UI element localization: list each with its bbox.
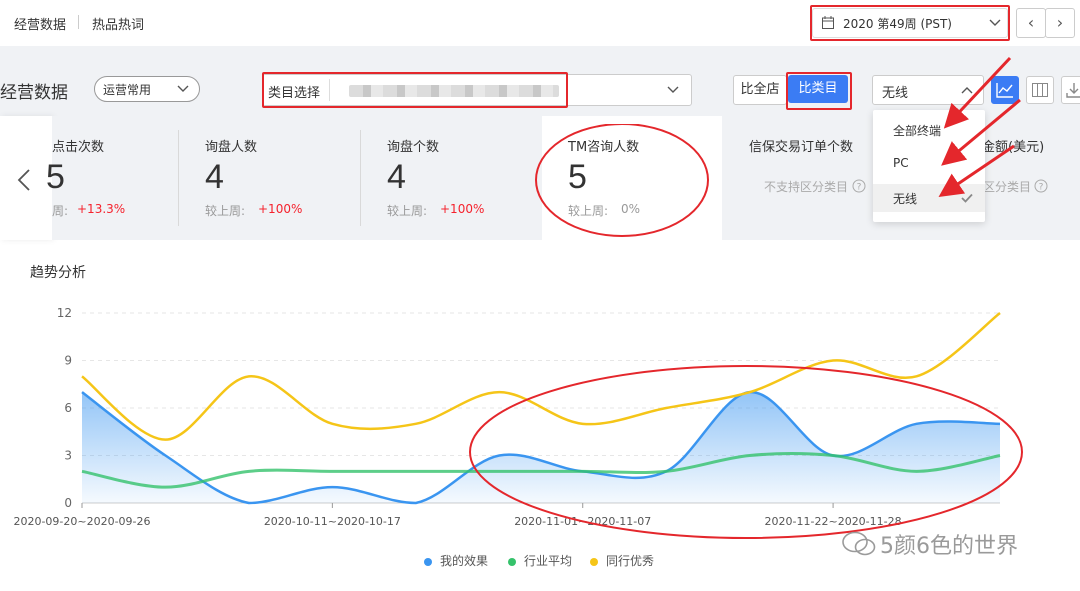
metric-divider — [360, 130, 361, 226]
legend-label: 同行优秀 — [606, 554, 655, 568]
highlight-week-box — [810, 5, 1010, 41]
metric-value: 4 — [387, 158, 406, 196]
help-icon[interactable]: ? — [852, 179, 866, 193]
nav-divider — [78, 15, 79, 29]
metric-change: +100% — [440, 202, 485, 216]
metric-label: 点击次数 — [52, 140, 105, 155]
highlight-compare-box — [786, 72, 852, 110]
metric-card-inquiry-people[interactable]: 询盘人数 4 较上周: +100% — [180, 116, 360, 240]
legend-avg[interactable]: 行业平均 — [508, 552, 572, 569]
terminal-select-value: 无线 — [882, 86, 909, 101]
compare-shop-button[interactable]: 比全店 — [733, 75, 787, 105]
x-tick-label: 2020-09-20~2020-09-26 — [13, 515, 150, 528]
legend-mine[interactable]: 我的效果 — [424, 552, 488, 569]
metric-card-clicks[interactable]: 点击次数 5 周: +13.3% — [46, 116, 178, 240]
download-button[interactable] — [1061, 76, 1080, 104]
chevron-left-icon — [17, 169, 30, 191]
y-tick-label: 0 — [64, 496, 72, 510]
watermark: 5颜6色的世界 — [842, 528, 1018, 560]
watermark-text: 5颜6色的世界 — [880, 534, 1018, 559]
preset-select-value: 运营常用 — [103, 83, 152, 97]
nav-tab-hot-products[interactable]: 热品热词 — [92, 14, 144, 33]
y-tick-label: 3 — [64, 449, 72, 463]
metric-compare-label: 较上周: — [387, 204, 428, 218]
metric-label: 信保交易订单个数 — [749, 140, 854, 155]
wechat-icon — [842, 531, 876, 556]
highlight-category-box — [262, 72, 568, 108]
chevron-down-icon — [667, 86, 679, 93]
y-tick-label: 12 — [57, 306, 72, 320]
metric-note: 不支持区分类目 — [764, 180, 849, 194]
next-week-button[interactable]: › — [1045, 8, 1075, 38]
legend-top[interactable]: 同行优秀 — [590, 552, 654, 569]
preset-select[interactable]: 运营常用 — [94, 76, 200, 102]
legend-label: 我的效果 — [440, 554, 489, 568]
x-tick-label: 2020-10-11~2020-10-17 — [264, 515, 401, 528]
download-icon — [1066, 83, 1080, 98]
metric-card-inquiry-count[interactable]: 询盘个数 4 较上周: +100% — [362, 116, 540, 240]
option-label: PC — [893, 156, 909, 170]
y-tick-label: 6 — [64, 401, 72, 415]
metric-value: 5 — [46, 158, 65, 196]
highlight-tm-ellipse — [535, 124, 709, 237]
metric-value: 4 — [205, 158, 224, 196]
page-title: 经营数据 — [0, 83, 68, 103]
metrics-prev-button[interactable] — [0, 116, 52, 240]
annotation-arrows — [938, 56, 1021, 198]
legend-dot — [590, 557, 598, 566]
series-area-mine — [82, 392, 1000, 503]
legend-dot — [508, 557, 516, 566]
trend-chart: 0 3 6 9 12 2020-09-20~2020-09-26 2020-10-11~2… — [13, 306, 1023, 539]
series-line-top — [81, 312, 1001, 441]
metric-change: +100% — [258, 202, 303, 216]
prev-week-button[interactable]: ‹ — [1016, 8, 1046, 38]
nav-tab-business-data[interactable]: 经营数据 — [14, 14, 66, 33]
metric-divider — [178, 130, 179, 226]
option-label: 无线 — [893, 192, 918, 206]
trend-title: 趋势分析 — [30, 265, 86, 281]
metric-compare-label: 较上周: — [205, 204, 246, 218]
chevron-down-icon — [177, 85, 189, 92]
svg-text:?: ? — [857, 183, 862, 193]
metric-change: +13.3% — [77, 202, 126, 216]
legend-dot — [424, 557, 432, 566]
legend-label: 行业平均 — [524, 554, 573, 568]
metric-label: 询盘个数 — [387, 140, 440, 155]
metric-label: 询盘人数 — [205, 140, 258, 155]
metric-compare-label: 周: — [52, 204, 69, 218]
y-tick-label: 9 — [64, 354, 72, 368]
